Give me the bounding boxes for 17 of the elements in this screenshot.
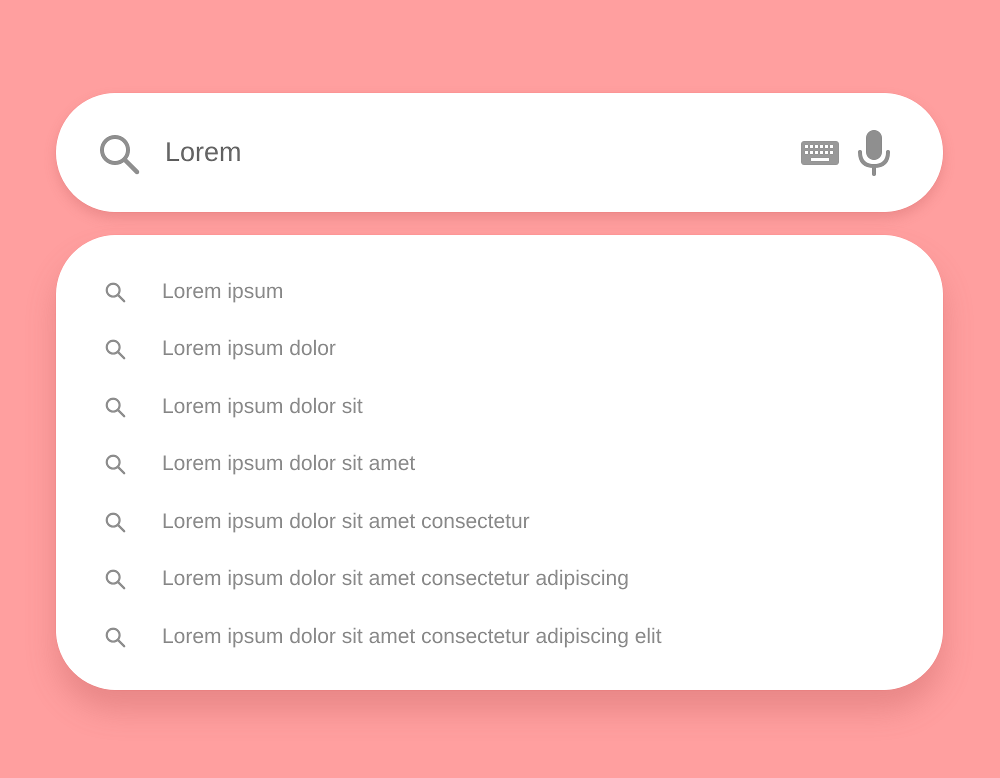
search-icon: [104, 338, 126, 360]
suggestion-item[interactable]: Lorem ipsum: [162, 280, 284, 304]
search-icon: [104, 396, 126, 418]
suggestion-item[interactable]: Lorem ipsum dolor sit amet: [162, 452, 416, 476]
suggestion-item[interactable]: Lorem ipsum dolor: [162, 337, 336, 362]
microphone-icon[interactable]: [857, 130, 891, 176]
suggestion-item[interactable]: Lorem ipsum dolor sit amet consectetur adipiscing elit: [162, 624, 662, 649]
search-icon: [104, 280, 126, 303]
search-icon: [104, 453, 126, 476]
suggestion-item[interactable]: Lorem ipsum dolor sit amet consectetur adipiscing: [162, 567, 629, 592]
search-icon: [104, 626, 126, 648]
suggestion-item[interactable]: Lorem ipsum dolor sit: [162, 394, 363, 419]
keyboard-icon[interactable]: [801, 140, 839, 164]
suggestion-item[interactable]: Lorem ipsum dolor sit amet consectetur: [162, 510, 530, 534]
search-field[interactable]: Lorem: [159, 137, 767, 168]
search-icon: [104, 568, 126, 590]
search-icon: [104, 510, 126, 533]
